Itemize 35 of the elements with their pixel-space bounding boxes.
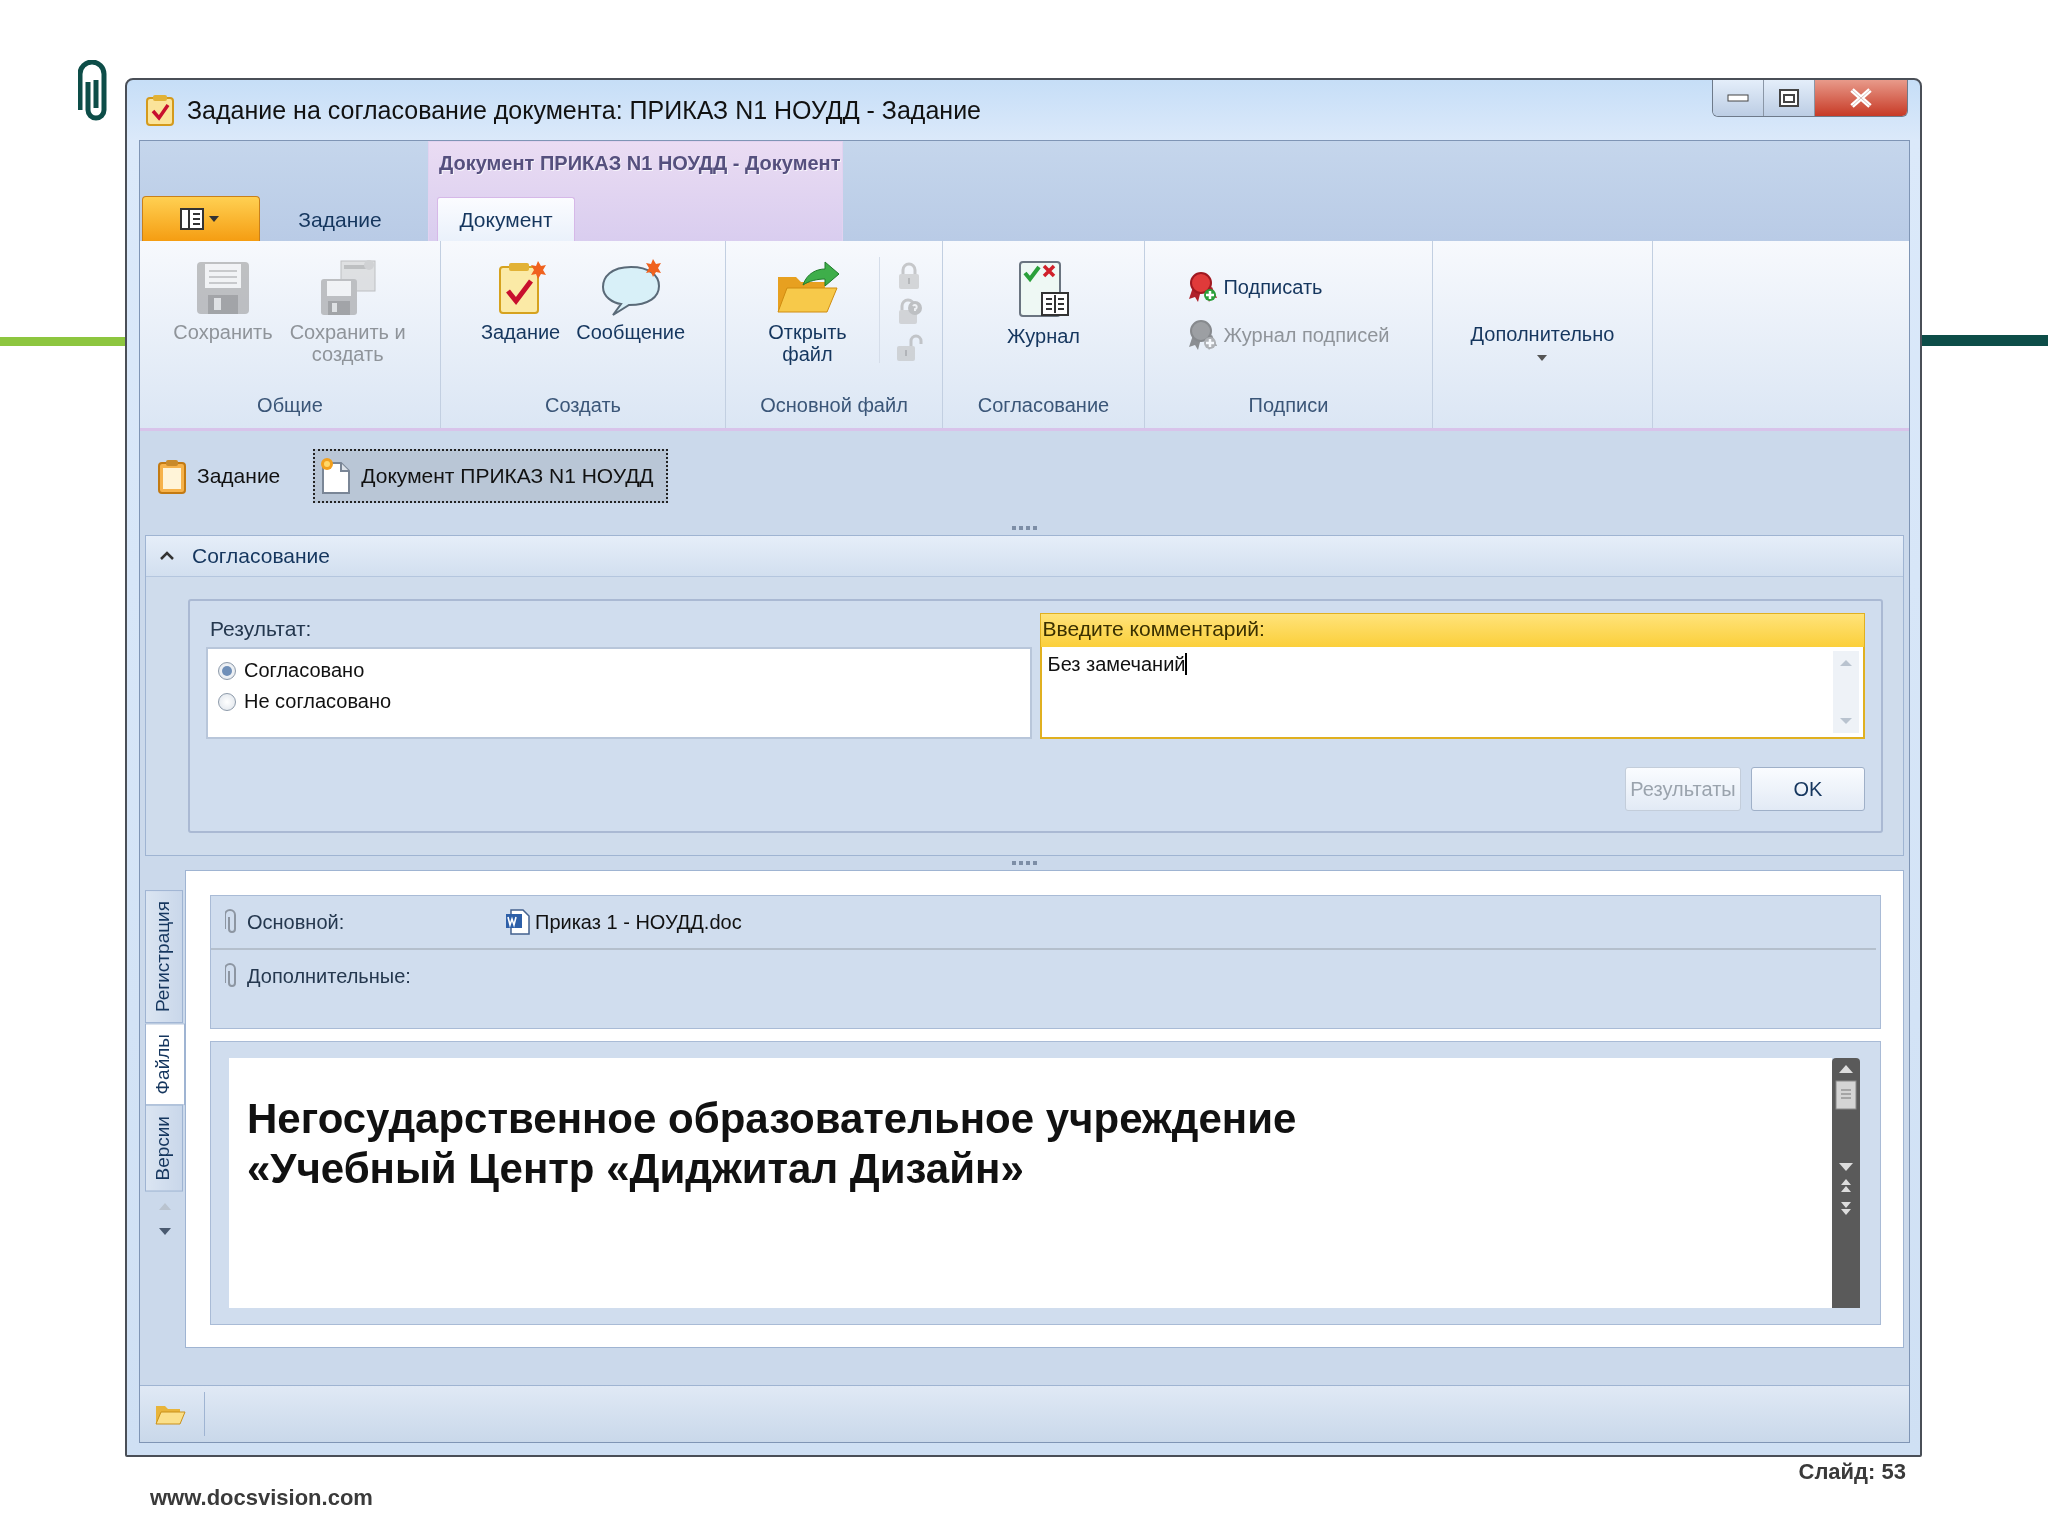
dialog-button[interactable]: OK <box>1751 767 1865 811</box>
document-text: «Учебный Центр «Диджитал Дизайн» <box>247 1144 1025 1194</box>
document-tab[interactable]: Документ ПРИКАЗ N1 НОУДД <box>313 449 668 503</box>
side-tab[interactable]: Регистрация <box>145 890 183 1024</box>
field-label: Дополнительные: <box>247 964 412 988</box>
radio-label[interactable]: Согласовано <box>244 659 365 682</box>
field-label: Основной: <box>247 910 346 934</box>
ribbon-button[interactable]: Подписать <box>1187 271 1323 303</box>
group-label: Общие <box>256 394 324 418</box>
group-label: Основной файл <box>759 394 909 418</box>
document-tab[interactable]: Задание <box>152 449 294 503</box>
comment-field[interactable]: Без замечаний <box>1039 647 1865 739</box>
slide-number: Слайд: 53 <box>1798 1459 1906 1485</box>
file-link[interactable]: Приказ 1 - НОУДД.doc <box>505 908 742 936</box>
section-title: Согласование <box>192 544 330 568</box>
ribbon-button[interactable]: Открыть файл <box>744 257 871 367</box>
ribbon-button[interactable]: Журнал <box>1003 257 1084 349</box>
website-text: www.docsvision.com <box>150 1485 373 1511</box>
side-tab[interactable]: Файлы <box>145 1023 185 1106</box>
group-label: Создать <box>544 394 622 418</box>
field-label: Введите комментарий: <box>1039 613 1865 647</box>
ribbon-tab[interactable]: Документ <box>437 197 575 241</box>
ribbon-tab[interactable]: Задание <box>260 197 420 241</box>
dropdown-button[interactable]: Дополнительно <box>1470 257 1615 362</box>
section-header[interactable]: Согласование <box>146 536 1903 577</box>
ribbon-button[interactable]: Задание <box>476 257 565 345</box>
ribbon-button[interactable]: Сообщение <box>572 257 690 345</box>
radio-label[interactable]: Не согласовано <box>244 690 392 713</box>
field-label: Результат: <box>209 616 313 642</box>
contextual-tab-title: Документ ПРИКАЗ N1 НОУДД - Документ <box>438 151 842 175</box>
side-tab[interactable]: Версии <box>145 1105 183 1192</box>
group-label: Согласование <box>976 394 1111 418</box>
document-text: Негосударственное образовательное учреждение <box>247 1094 1298 1144</box>
window-title: Задание на согласование документа: ПРИКАЗ N1 НОУДД - Задание <box>187 95 981 125</box>
group-label: Подписи <box>1247 394 1330 418</box>
